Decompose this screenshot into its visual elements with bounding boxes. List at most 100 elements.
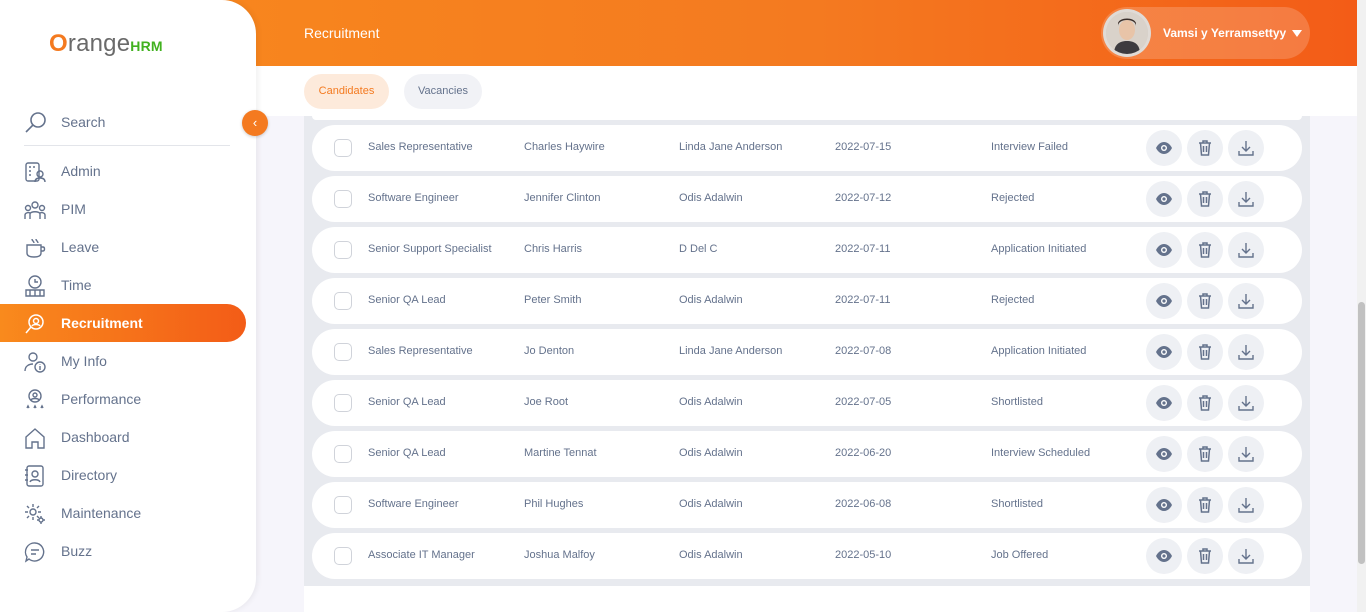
hiring-manager-cell: Odis Adalwin xyxy=(679,396,743,408)
table-row: Sales Representative Charles Haywire Linda… xyxy=(312,125,1302,171)
status-cell: Application Initiated xyxy=(991,243,1087,255)
candidate-cell: Jo Denton xyxy=(524,345,575,357)
download-button[interactable] xyxy=(1228,436,1264,472)
row-checkbox[interactable] xyxy=(334,394,352,412)
buzz-icon xyxy=(24,542,45,563)
row-checkbox[interactable] xyxy=(334,445,352,463)
delete-button[interactable] xyxy=(1187,436,1223,472)
download-button[interactable] xyxy=(1228,487,1264,523)
sidebar-item-buzz[interactable]: Buzz xyxy=(0,532,246,570)
delete-button[interactable] xyxy=(1187,130,1223,166)
row-checkbox[interactable] xyxy=(334,343,352,361)
table-row: Software Engineer Jennifer Clinton Odis Ad… xyxy=(312,176,1302,222)
sidebar-item-pim[interactable]: PIM xyxy=(0,190,246,228)
hiring-manager-cell: Odis Adalwin xyxy=(679,294,743,306)
candidate-cell: Martine Tennat xyxy=(524,447,597,459)
delete-button[interactable] xyxy=(1187,538,1223,574)
user-dropdown[interactable]: Vamsi y Yerramsettyy xyxy=(1101,7,1310,59)
date-cell: 2022-07-12 xyxy=(835,192,892,204)
table-row: Senior QA Lead Peter Smith Odis Adalwin 202… xyxy=(312,278,1302,324)
row-checkbox[interactable] xyxy=(334,496,352,514)
view-button[interactable] xyxy=(1146,130,1182,166)
date-cell: 2022-07-08 xyxy=(835,345,892,357)
status-cell: Shortlisted xyxy=(991,498,1043,510)
table-row-partial xyxy=(312,116,1302,120)
vacancy-cell: Sales Representative xyxy=(368,141,473,153)
status-cell: Rejected xyxy=(991,192,1035,204)
download-button[interactable] xyxy=(1228,385,1264,421)
sidebar-search[interactable]: Search xyxy=(24,108,230,146)
download-button[interactable] xyxy=(1228,181,1264,217)
row-checkbox[interactable] xyxy=(334,292,352,310)
candidate-cell: Peter Smith xyxy=(524,294,582,306)
row-checkbox[interactable] xyxy=(334,547,352,565)
date-cell: 2022-07-11 xyxy=(835,294,891,306)
download-button[interactable] xyxy=(1228,283,1264,319)
chevron-left-icon: ‹ xyxy=(252,115,258,130)
delete-button[interactable] xyxy=(1187,181,1223,217)
delete-button[interactable] xyxy=(1187,232,1223,268)
download-button[interactable] xyxy=(1228,130,1264,166)
sidebar-item-maintenance[interactable]: Maintenance xyxy=(0,494,246,532)
view-button[interactable] xyxy=(1146,283,1182,319)
chevron-down-icon[interactable] xyxy=(1292,29,1303,37)
status-cell: Job Offered xyxy=(991,549,1049,561)
vacancy-cell: Senior QA Lead xyxy=(368,447,446,459)
vacancy-cell: Software Engineer xyxy=(368,498,459,510)
sidebar-item-dashboard[interactable]: Dashboard xyxy=(0,418,246,456)
candidates-table: Sales Representative Charles Haywire Linda… xyxy=(304,116,1310,586)
tab-vacancies[interactable]: Vacancies xyxy=(404,74,482,109)
table-row: Senior QA Lead Joe Root Odis Adalwin 2022-0… xyxy=(312,380,1302,426)
date-cell: 2022-07-15 xyxy=(835,141,892,153)
sidebar-item-time[interactable]: Time xyxy=(0,266,246,304)
maintenance-icon xyxy=(25,504,45,524)
download-button[interactable] xyxy=(1228,334,1264,370)
hiring-manager-cell: Linda Jane Anderson xyxy=(679,345,783,357)
status-cell: Rejected xyxy=(991,294,1035,306)
sidebar-item-recruitment[interactable]: Recruitment xyxy=(0,304,246,342)
date-cell: 2022-06-20 xyxy=(835,447,892,459)
view-button[interactable] xyxy=(1146,232,1182,268)
delete-button[interactable] xyxy=(1187,385,1223,421)
tab-candidates[interactable]: Candidates xyxy=(304,74,389,109)
view-button[interactable] xyxy=(1146,181,1182,217)
row-checkbox[interactable] xyxy=(334,241,352,259)
table-row: Software Engineer Phil Hughes Odis Adalwin… xyxy=(312,482,1302,528)
row-checkbox[interactable] xyxy=(334,190,352,208)
vacancy-cell: Senior Support Specialist xyxy=(368,243,492,255)
status-cell: Shortlisted xyxy=(991,396,1043,408)
sidebar-item-performance[interactable]: Performance xyxy=(0,380,246,418)
view-button[interactable] xyxy=(1146,436,1182,472)
table-row: Senior QA Lead Martine Tennat Odis Adalwin… xyxy=(312,431,1302,477)
hiring-manager-cell: Linda Jane Anderson xyxy=(679,141,783,153)
status-cell: Application Initiated xyxy=(991,345,1087,357)
view-button[interactable] xyxy=(1146,487,1182,523)
admin-icon xyxy=(25,162,46,183)
dashboard-icon xyxy=(25,428,45,449)
candidate-cell: Phil Hughes xyxy=(524,498,584,510)
scrollbar-thumb[interactable] xyxy=(1358,302,1365,564)
hiring-manager-cell: Odis Adalwin xyxy=(679,549,743,561)
sidebar-item-leave[interactable]: Leave xyxy=(0,228,246,266)
hiring-manager-cell: D Del C xyxy=(679,243,718,255)
delete-button[interactable] xyxy=(1187,283,1223,319)
sidebar-item-my-info[interactable]: My Info xyxy=(0,342,246,380)
view-button[interactable] xyxy=(1146,538,1182,574)
orangehrm-logo[interactable]: OrangeHRM xyxy=(49,30,163,58)
vacancy-cell: Senior QA Lead xyxy=(368,396,446,408)
search-label: Search xyxy=(61,114,106,130)
sidebar-item-directory[interactable]: Directory xyxy=(0,456,246,494)
delete-button[interactable] xyxy=(1187,334,1223,370)
sidebar-item-admin[interactable]: Admin xyxy=(0,152,246,190)
candidate-cell: Joshua Malfoy xyxy=(524,549,595,561)
view-button[interactable] xyxy=(1146,385,1182,421)
directory-icon xyxy=(25,465,44,487)
row-checkbox[interactable] xyxy=(334,139,352,157)
sidebar-collapse-button[interactable]: ‹ xyxy=(242,110,268,136)
download-button[interactable] xyxy=(1228,538,1264,574)
table-row: Sales Representative Jo Denton Linda Jane … xyxy=(312,329,1302,375)
delete-button[interactable] xyxy=(1187,487,1223,523)
download-button[interactable] xyxy=(1228,232,1264,268)
performance-icon xyxy=(26,389,44,409)
view-button[interactable] xyxy=(1146,334,1182,370)
